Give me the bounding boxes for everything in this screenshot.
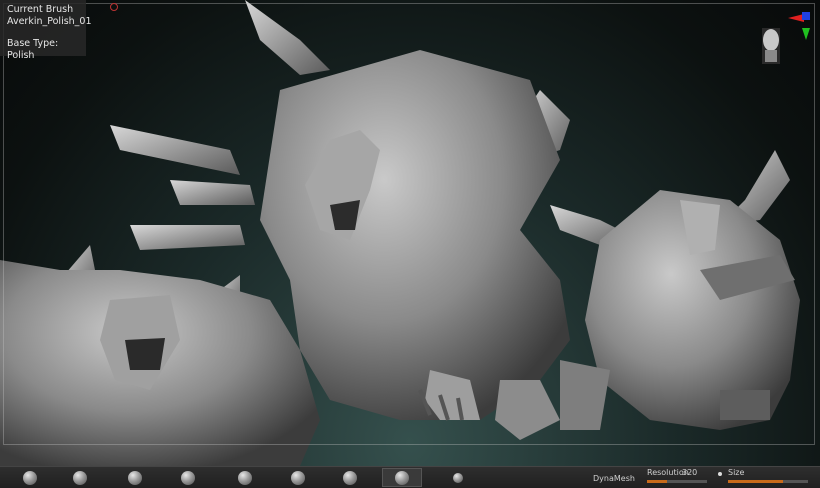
bottom-shelf: DynaMesh Resolution 320 Size bbox=[0, 466, 820, 488]
brush-icon bbox=[343, 470, 357, 485]
brush-icon bbox=[453, 472, 463, 483]
brush-slot-7[interactable] bbox=[330, 468, 370, 487]
size-slider-fill bbox=[728, 480, 783, 483]
brush-slot-4[interactable] bbox=[168, 468, 208, 487]
info-title: Current Brush bbox=[7, 4, 74, 15]
brush-slot-6[interactable] bbox=[278, 468, 318, 487]
brush-icon bbox=[238, 470, 252, 485]
head-orientation-icon[interactable] bbox=[750, 10, 814, 70]
size-slider[interactable] bbox=[728, 480, 808, 483]
orc-right bbox=[550, 150, 800, 430]
sculpt-models bbox=[0, 0, 800, 466]
brush-slot-3[interactable] bbox=[115, 468, 155, 487]
brush-icon bbox=[73, 470, 87, 485]
brush-icon bbox=[291, 470, 305, 485]
brush-slot-1[interactable] bbox=[10, 468, 50, 487]
info-base-type: Base Type: Polish bbox=[7, 38, 59, 61]
resolution-slider-fill bbox=[647, 480, 667, 483]
sculpt-viewport[interactable]: Current Brush Averkin_Polish_01 Base Typ… bbox=[0, 0, 820, 466]
brush-icon bbox=[181, 470, 195, 485]
z-axis-handle[interactable] bbox=[802, 12, 810, 20]
brush-icon bbox=[128, 470, 142, 485]
brush-slot-8-active[interactable] bbox=[382, 468, 422, 487]
resolution-value: 320 bbox=[682, 468, 698, 477]
info-brush-name: Averkin_Polish_01 bbox=[7, 16, 92, 27]
x-axis-arrow[interactable] bbox=[788, 14, 804, 22]
y-axis-arrow[interactable] bbox=[802, 28, 810, 40]
brush-slot-5[interactable] bbox=[225, 468, 265, 487]
brush-icon bbox=[395, 470, 409, 485]
dynamesh-button[interactable]: DynaMesh bbox=[593, 474, 635, 483]
brush-icon bbox=[23, 470, 37, 485]
size-toggle-icon[interactable] bbox=[718, 472, 722, 476]
marker-icon bbox=[110, 3, 118, 11]
brush-slot-2[interactable] bbox=[60, 468, 100, 487]
orc-left bbox=[0, 245, 320, 466]
brush-slot-9[interactable] bbox=[438, 468, 478, 487]
resolution-slider[interactable] bbox=[647, 480, 707, 483]
brush-info-panel: Current Brush Averkin_Polish_01 Base Typ… bbox=[0, 0, 92, 61]
size-label: Size bbox=[728, 468, 745, 477]
